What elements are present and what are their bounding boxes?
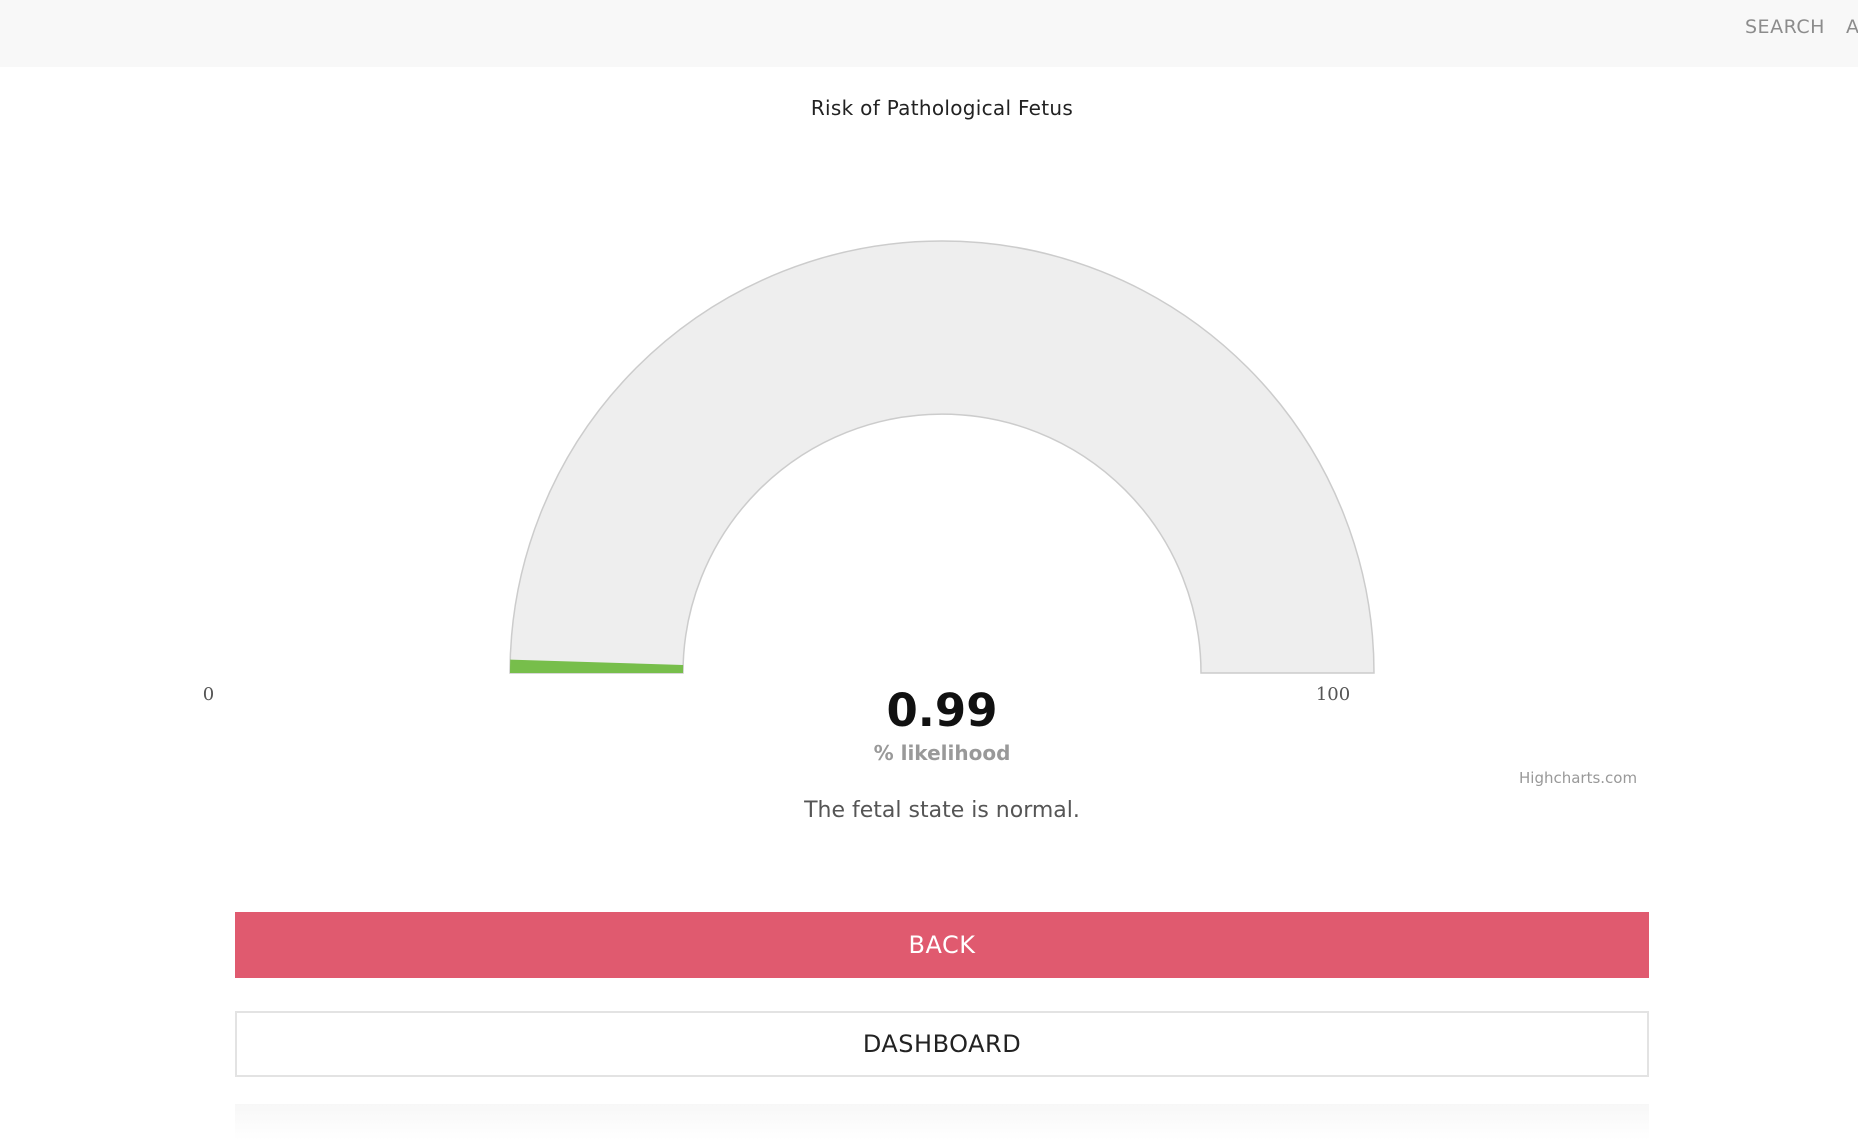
dashboard-button[interactable]: DASHBOARD	[235, 1011, 1649, 1077]
chart-credits-link[interactable]: Highcharts.com	[1519, 769, 1637, 787]
gauge-value-label: 0.99	[886, 684, 998, 737]
fetal-state-message: The fetal state is normal.	[804, 798, 1080, 823]
gauge-unit-label: % likelihood	[873, 741, 1011, 765]
back-button[interactable]: BACK	[235, 912, 1649, 978]
content-card-edge	[235, 1104, 1649, 1140]
gauge-background-band	[509, 240, 1375, 674]
